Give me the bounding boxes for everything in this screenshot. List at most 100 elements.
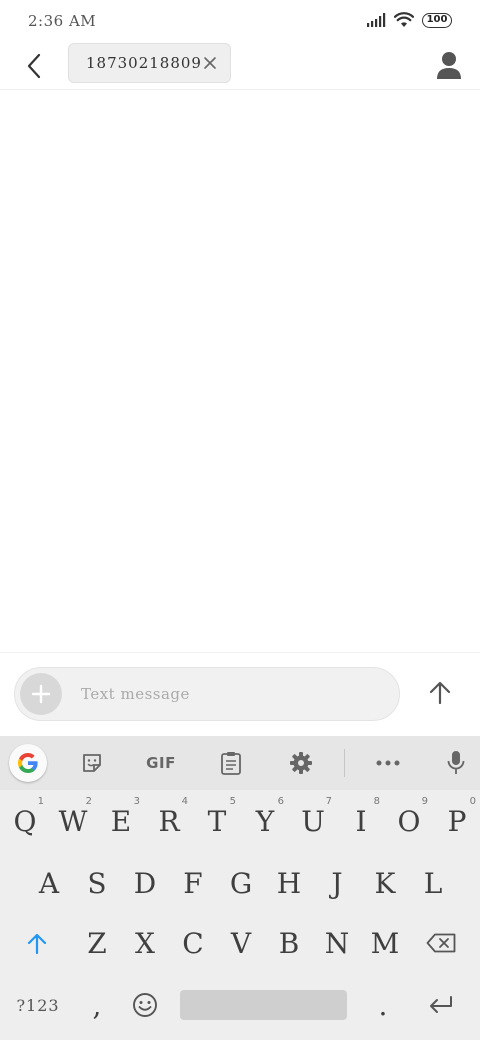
key-number-hint: 8 — [373, 796, 380, 807]
message-input[interactable]: Text message — [81, 685, 190, 703]
add-attachment-button[interactable] — [20, 673, 62, 715]
status-time: 2:36 AM — [28, 12, 97, 30]
key-label: Z — [87, 926, 107, 960]
compose-bar: Text message — [0, 652, 480, 736]
back-button[interactable] — [18, 50, 50, 82]
key-r[interactable]: R4 — [146, 792, 192, 850]
key-c[interactable]: C — [170, 914, 216, 972]
key-p[interactable]: P0 — [434, 792, 480, 850]
key-w[interactable]: W2 — [50, 792, 96, 850]
key-j[interactable]: J — [314, 854, 360, 912]
keyboard: GIF Q 1 W 2 E 3 R 4 T 5 Y 6 U 7 I 8 O 9 … — [0, 736, 480, 1040]
key-label: F — [183, 866, 203, 900]
gif-label: GIF — [146, 754, 176, 772]
key-number-hint: 1 — [37, 796, 44, 807]
key-label: W — [58, 804, 88, 838]
clipboard-icon — [221, 752, 241, 775]
key-label: L — [423, 866, 443, 900]
keyboard-toolbar: GIF — [0, 736, 480, 790]
key-g[interactable]: G — [218, 854, 264, 912]
plus-icon — [31, 684, 51, 704]
key-label: V — [230, 926, 252, 960]
backspace-icon — [426, 933, 456, 953]
toolbar-divider — [344, 749, 345, 777]
key-f[interactable]: F — [170, 854, 216, 912]
contact-button[interactable] — [432, 48, 466, 82]
key-b[interactable]: B — [266, 914, 312, 972]
sticker-button[interactable] — [74, 747, 110, 779]
message-list[interactable] — [0, 91, 480, 652]
wifi-icon — [394, 12, 414, 27]
key-m[interactable]: M — [362, 914, 408, 972]
key-label: E — [110, 804, 132, 838]
key-label: K — [374, 866, 396, 900]
key-d[interactable]: D — [122, 854, 168, 912]
key-o[interactable]: O9 — [386, 792, 432, 850]
close-icon[interactable] — [202, 55, 218, 71]
key-label: A — [38, 866, 60, 900]
key-label: O — [397, 804, 421, 838]
battery-icon: 100 — [422, 12, 452, 28]
key-label: D — [133, 866, 157, 900]
key-e[interactable]: E3 — [98, 792, 144, 850]
period-key[interactable]: . — [360, 976, 406, 1034]
key-v[interactable]: V — [218, 914, 264, 972]
space-bar[interactable] — [180, 990, 347, 1020]
settings-button[interactable] — [283, 747, 319, 779]
key-label: N — [324, 926, 350, 960]
key-a[interactable]: A — [26, 854, 72, 912]
key-number-hint: 2 — [85, 796, 92, 807]
key-number-hint: 9 — [421, 796, 428, 807]
key-label: C — [182, 926, 204, 960]
key-y[interactable]: Y6 — [242, 792, 288, 850]
key-i[interactable]: I8 — [338, 792, 384, 850]
more-button[interactable] — [370, 747, 406, 779]
recipient-number: 18730218809 — [86, 54, 202, 72]
key-label: H — [276, 866, 302, 900]
key-t[interactable]: T5 — [194, 792, 240, 850]
send-button[interactable] — [426, 679, 454, 707]
key-number-hint: 5 — [229, 796, 236, 807]
voice-input-button[interactable] — [438, 747, 474, 779]
key-label: J — [331, 866, 343, 900]
key-label: Q — [13, 804, 37, 838]
key-z[interactable]: Z — [74, 914, 120, 972]
shift-key[interactable] — [14, 914, 60, 972]
key-number-hint: 7 — [325, 796, 332, 807]
backspace-key[interactable] — [418, 914, 464, 972]
key-h[interactable]: H — [266, 854, 312, 912]
signal-icon — [367, 13, 386, 27]
compose-field[interactable]: Text message — [14, 667, 400, 721]
key-k[interactable]: K — [362, 854, 408, 912]
sticker-icon — [83, 754, 101, 772]
gear-icon — [290, 752, 312, 774]
google-button[interactable] — [9, 744, 47, 782]
emoji-key[interactable] — [122, 976, 168, 1034]
comma-key[interactable]: , — [74, 976, 120, 1034]
key-n[interactable]: N — [314, 914, 360, 972]
key-label: R — [158, 804, 180, 838]
send-arrow-icon — [429, 681, 451, 705]
key-u[interactable]: U7 — [290, 792, 336, 850]
symbols-key[interactable]: ?123 — [14, 976, 62, 1034]
key-number-hint: 6 — [277, 796, 284, 807]
microphone-icon — [447, 751, 465, 774]
gif-button[interactable]: GIF — [143, 747, 179, 779]
key-label: P — [447, 804, 467, 838]
key-s[interactable]: S — [74, 854, 120, 912]
enter-key[interactable] — [418, 976, 464, 1034]
key-label: M — [370, 926, 400, 960]
key-label: G — [229, 866, 253, 900]
key-label: U — [301, 804, 325, 838]
key-x[interactable]: X — [122, 914, 168, 972]
clipboard-button[interactable] — [213, 747, 249, 779]
recipient-chip[interactable]: 18730218809 — [68, 43, 231, 83]
contact-icon — [437, 52, 461, 79]
shift-arrow-icon — [27, 933, 47, 954]
key-l[interactable]: L — [410, 854, 456, 912]
key-q[interactable]: Q1 — [2, 792, 48, 850]
status-bar: 2:36 AM 100 — [0, 0, 480, 42]
conversation-header: 18730218809 — [0, 42, 480, 90]
key-label: X — [135, 926, 155, 960]
key-label: B — [278, 926, 300, 960]
